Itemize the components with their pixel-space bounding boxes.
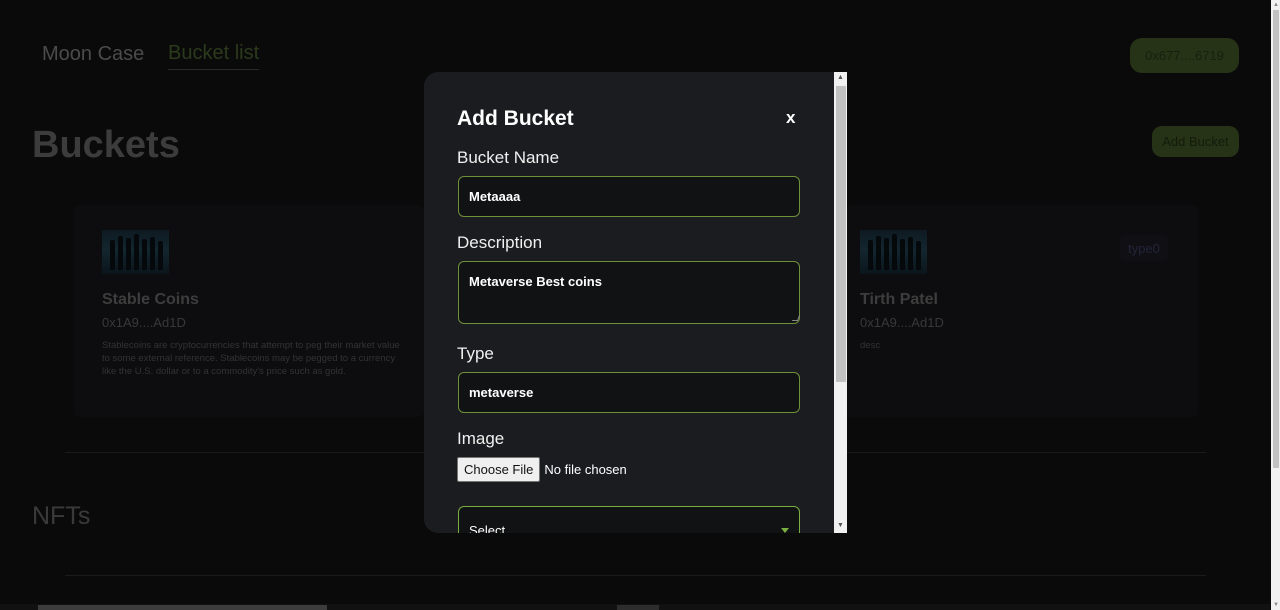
scroll-up-arrow-icon[interactable]: ▲ [1272,1,1280,9]
bucket-address: 0x1A9....Ad1D [860,315,944,330]
bucket-name-label: Bucket Name [457,148,560,167]
horizontal-scrollbar-thumb[interactable] [38,605,327,610]
modal-scrollbar-thumb[interactable] [836,86,846,382]
nav-link-bucket-list[interactable]: Bucket list [168,42,260,70]
description-textarea[interactable]: Metaverse Best coins [458,261,800,324]
scroll-down-arrow-icon[interactable]: ▼ [1272,601,1280,609]
type-label: Type [457,344,494,363]
scroll-down-arrow-icon[interactable]: ▼ [834,520,847,532]
select-value: Select [469,522,506,534]
bucket-card[interactable]: Stable Coins 0x1A9....Ad1D Stablecoins a… [74,205,424,417]
bucket-name-input[interactable] [458,176,800,217]
file-status: No file chosen [544,462,627,477]
bucket-title: Tirth Patel [860,291,938,308]
wallet-address-button[interactable]: 0x677....6719 [1130,38,1239,73]
page-title: Buckets [32,124,180,166]
bucket-thumbnail [860,230,927,274]
add-bucket-modal: Add Bucket x Bucket Name Description Met… [424,72,847,533]
modal-scrollbar[interactable]: ▲ ▼ [834,72,847,533]
bucket-description: desc [860,340,881,351]
type-badge: type0 [1120,235,1168,261]
section-divider [65,575,1206,576]
bucket-title: Stable Coins [102,291,199,308]
bucket-description: Stablecoins are cryptocurrencies that at… [102,340,400,377]
choose-file-button[interactable]: Choose File [457,457,541,482]
bucket-card[interactable]: type0 Tirth Patel 0x1A9....Ad1D desc [846,205,1198,417]
modal-title: Add Bucket [457,107,574,130]
image-file-input[interactable]: Choose File No file chosen [457,457,627,482]
bucket-thumbnail [102,230,169,274]
type-input[interactable] [458,372,800,413]
category-select[interactable]: Select [458,506,800,533]
close-modal-button[interactable]: x [786,108,795,128]
description-label: Description [457,233,543,252]
chevron-down-icon [781,527,789,533]
page-scrollbar-thumb[interactable] [1273,10,1279,468]
nfts-section-title: NFTs [32,502,91,530]
image-label: Image [457,429,505,448]
horizontal-scrollbar-thumb[interactable] [617,605,659,610]
bucket-address: 0x1A9....Ad1D [102,315,186,330]
scroll-up-arrow-icon[interactable]: ▲ [834,72,847,84]
nav-brand[interactable]: Moon Case [42,43,144,66]
add-bucket-button[interactable]: Add Bucket [1152,126,1239,157]
